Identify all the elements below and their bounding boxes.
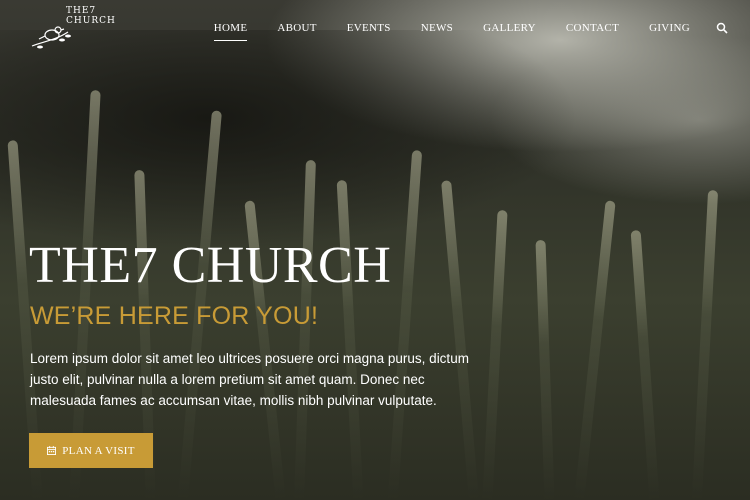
hero-description: Lorem ipsum dolor sit amet leo ultrices … bbox=[30, 351, 469, 408]
site-logo[interactable]: THE7 CHURCH bbox=[28, 2, 115, 62]
wheat-stalk bbox=[482, 209, 508, 500]
nav-item-giving[interactable]: GIVING bbox=[649, 22, 690, 34]
wheat-stalk bbox=[535, 239, 555, 500]
logo-text: THE7 CHURCH bbox=[66, 6, 116, 26]
plan-a-visit-button[interactable]: PLAN A VISIT bbox=[29, 433, 153, 468]
search-icon[interactable] bbox=[716, 22, 728, 34]
nav-item-contact[interactable]: CONTACT bbox=[566, 22, 619, 34]
hero-subtitle: WE’RE HERE FOR YOU! bbox=[30, 302, 319, 330]
top-nav: THE7 CHURCH HOME ABOUT EVENTS NEWS GALLE… bbox=[0, 0, 750, 64]
hero-title: THE7 CHURCH bbox=[29, 237, 392, 294]
nav-item-events[interactable]: EVENTS bbox=[347, 22, 391, 34]
nav-item-home[interactable]: HOME bbox=[213, 22, 248, 41]
main-menu: HOME ABOUT EVENTS NEWS GALLERY CONTACT G… bbox=[184, 22, 728, 41]
wheat-stalk bbox=[630, 229, 660, 500]
nav-item-about[interactable]: ABOUT bbox=[277, 22, 316, 34]
calendar-icon bbox=[47, 446, 57, 455]
wheat-stalk bbox=[574, 200, 616, 500]
nav-item-gallery[interactable]: GALLERY bbox=[483, 22, 536, 34]
wheat-stalk bbox=[691, 189, 719, 500]
plan-a-visit-label: PLAN A VISIT bbox=[62, 444, 135, 457]
nav-item-news[interactable]: NEWS bbox=[421, 22, 453, 34]
